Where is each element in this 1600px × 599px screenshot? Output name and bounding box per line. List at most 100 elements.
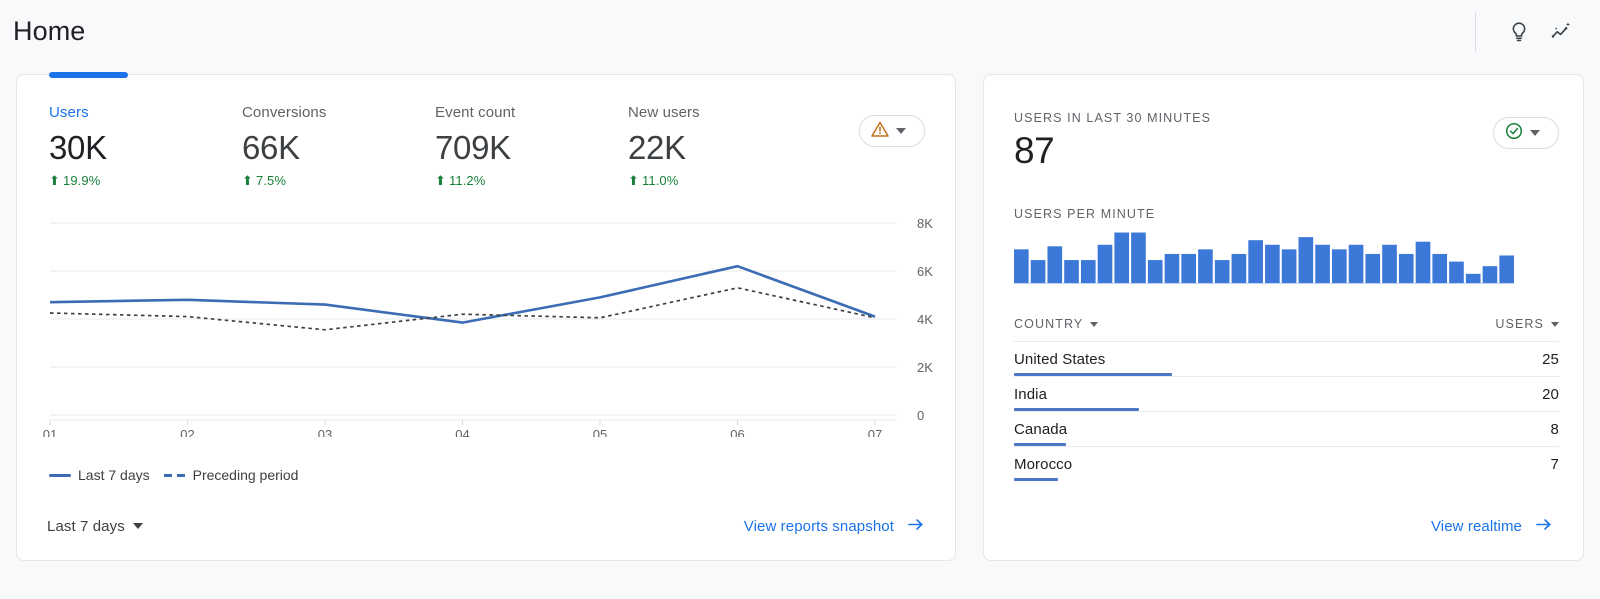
view-realtime-label: View realtime <box>1431 518 1522 535</box>
arrow-right-icon <box>1534 515 1553 538</box>
date-range-selector[interactable]: Last 7 days <box>47 518 143 535</box>
metric-event-count[interactable]: Event count 709K ⬆ 11.2% <box>435 103 628 188</box>
svg-text:6K: 6K <box>917 264 933 279</box>
metric-label: Conversions <box>242 103 435 123</box>
reports-overview-card: Users 30K ⬆ 19.9% Conversions 66K ⬆ 7.5%… <box>16 74 956 561</box>
metric-value: 709K <box>435 126 628 170</box>
legend-label: Last 7 days <box>78 467 150 483</box>
users-per-minute-chart[interactable] <box>1014 231 1514 287</box>
metric-delta: ⬆ 11.0% <box>628 173 821 188</box>
metric-users[interactable]: Users 30K ⬆ 19.9% <box>49 103 242 188</box>
users-trend-svg: 02K4K6K8K01020304050607Sep <box>17 205 957 437</box>
view-realtime-link[interactable]: View realtime <box>1431 515 1553 538</box>
metric-delta: ⬆ 19.9% <box>49 173 242 188</box>
realtime-summary: USERS IN LAST 30 MINUTES 87 <box>1014 111 1211 174</box>
check-circle-icon <box>1504 121 1524 146</box>
warning-triangle-icon <box>870 119 890 144</box>
active-metric-indicator <box>49 72 128 78</box>
metric-label: New users <box>628 103 821 123</box>
legend-item-last-7-days: Last 7 days <box>49 467 150 483</box>
arrow-up-icon: ⬆ <box>242 174 253 187</box>
data-quality-warning-chip[interactable] <box>859 115 925 147</box>
metric-delta-value: 7.5% <box>256 173 286 188</box>
country-name: India <box>1014 386 1047 403</box>
users-trend-chart[interactable]: 02K4K6K8K01020304050607Sep <box>17 205 955 405</box>
realtime-card-footer: View realtime <box>984 492 1583 560</box>
svg-text:07: 07 <box>868 427 882 437</box>
chevron-down-icon <box>1090 322 1098 327</box>
chevron-down-icon <box>1551 322 1559 327</box>
chevron-down-icon <box>1530 130 1540 136</box>
metric-label: Event count <box>435 103 628 123</box>
page-title: Home <box>13 16 85 47</box>
legend-item-preceding-period: Preceding period <box>164 467 299 483</box>
country-users: 20 <box>1542 386 1559 403</box>
country-name: United States <box>1014 351 1105 368</box>
legend-label: Preceding period <box>193 467 299 483</box>
column-header-country[interactable]: COUNTRY <box>1014 317 1098 331</box>
table-row[interactable]: Morocco 7 <box>1014 446 1559 481</box>
svg-text:4K: 4K <box>917 312 933 327</box>
metric-summary-row: Users 30K ⬆ 19.9% Conversions 66K ⬆ 7.5%… <box>17 103 955 188</box>
insights-icon[interactable] <box>1498 11 1540 53</box>
users-per-minute-svg <box>1014 231 1514 287</box>
metric-label: Users <box>49 103 242 123</box>
metric-delta: ⬆ 11.2% <box>435 173 628 188</box>
realtime-card: USERS IN LAST 30 MINUTES 87 USERS PER MI… <box>983 74 1584 561</box>
table-row[interactable]: India 20 <box>1014 376 1559 411</box>
date-range-label: Last 7 days <box>47 518 125 535</box>
metric-delta-value: 11.0% <box>642 173 678 188</box>
metric-value: 66K <box>242 126 435 170</box>
realtime-status-chip[interactable] <box>1493 117 1559 149</box>
legend-solid-line-icon <box>49 474 71 477</box>
realtime-user-count: 87 <box>1014 127 1211 174</box>
svg-text:2K: 2K <box>917 360 933 375</box>
table-row[interactable]: United States 25 <box>1014 341 1559 376</box>
legend-dashed-line-icon <box>164 474 186 477</box>
svg-text:01: 01 <box>43 427 57 437</box>
chevron-down-icon <box>896 128 906 134</box>
view-reports-snapshot-label: View reports snapshot <box>744 518 894 535</box>
svg-text:0: 0 <box>917 408 924 423</box>
country-name: Morocco <box>1014 456 1072 473</box>
top-bar-actions <box>1475 0 1600 63</box>
arrow-up-icon: ⬆ <box>49 174 60 187</box>
overview-card-footer: Last 7 days View reports snapshot <box>17 492 955 560</box>
table-header-row: COUNTRY USERS <box>1014 307 1559 341</box>
metric-conversions[interactable]: Conversions 66K ⬆ 7.5% <box>242 103 435 188</box>
svg-text:02: 02 <box>180 427 194 437</box>
toolbar-divider <box>1475 12 1476 52</box>
chart-legend: Last 7 days Preceding period <box>49 467 298 483</box>
realtime-country-table: COUNTRY USERS United States 25 India 20 <box>1014 307 1559 481</box>
country-users: 8 <box>1551 421 1559 438</box>
arrow-right-icon <box>906 515 925 538</box>
metric-new-users[interactable]: New users 22K ⬆ 11.0% <box>628 103 821 188</box>
svg-text:8K: 8K <box>917 216 933 231</box>
column-header-users-label: USERS <box>1495 317 1544 331</box>
svg-text:05: 05 <box>593 427 607 437</box>
metric-delta-value: 11.2% <box>449 173 485 188</box>
analytics-intelligence-icon[interactable] <box>1540 11 1582 53</box>
column-header-users[interactable]: USERS <box>1495 317 1559 331</box>
svg-text:06: 06 <box>730 427 744 437</box>
top-bar: Home <box>0 0 1600 63</box>
country-users: 7 <box>1551 456 1559 473</box>
metric-delta: ⬆ 7.5% <box>242 173 435 188</box>
users-per-minute-caption: USERS PER MINUTE <box>1014 207 1155 221</box>
view-reports-snapshot-link[interactable]: View reports snapshot <box>744 515 925 538</box>
column-header-country-label: COUNTRY <box>1014 317 1083 331</box>
chevron-down-icon <box>133 523 143 529</box>
row-progress-bar <box>1014 478 1058 481</box>
metric-delta-value: 19.9% <box>63 173 100 188</box>
country-users: 25 <box>1542 351 1559 368</box>
realtime-header: USERS IN LAST 30 MINUTES 87 <box>1014 111 1559 174</box>
svg-text:03: 03 <box>318 427 332 437</box>
table-row[interactable]: Canada 8 <box>1014 411 1559 446</box>
arrow-up-icon: ⬆ <box>628 174 639 187</box>
realtime-caption: USERS IN LAST 30 MINUTES <box>1014 111 1211 125</box>
country-name: Canada <box>1014 421 1067 438</box>
metric-value: 22K <box>628 126 821 170</box>
arrow-up-icon: ⬆ <box>435 174 446 187</box>
svg-text:04: 04 <box>455 427 469 437</box>
metric-value: 30K <box>49 126 242 170</box>
